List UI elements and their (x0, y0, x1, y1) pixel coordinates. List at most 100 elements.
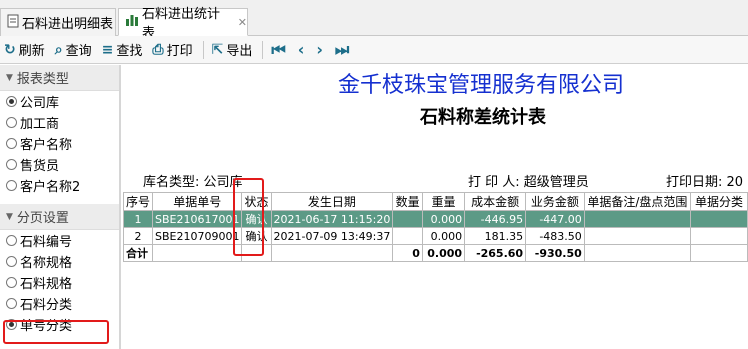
option-label: 加工商 (20, 117, 60, 132)
query-button[interactable]: ⌕ 查询 (55, 39, 92, 61)
search-icon: ⌕ (54, 41, 63, 58)
query-label: 查询 (65, 44, 92, 59)
printer-name: 打 印 人: 超级管理员 (468, 175, 589, 190)
bar-chart-icon (125, 13, 139, 31)
table-row[interactable]: 2 SBE210709001 确认 2021-07-09 13:49:37 0.… (123, 227, 748, 245)
col-header[interactable]: 发生日期 (270, 192, 394, 211)
document-icon (7, 14, 19, 32)
paging-header[interactable]: ▼ 分页设置 (0, 204, 119, 230)
print-date: 打印日期: 20 (666, 175, 744, 190)
report-type-option[interactable]: 客户名称 (0, 133, 119, 154)
cell-cost: 181.35 (464, 227, 527, 245)
total-row: 合计 0 0.000 -265.60 -930.50 (123, 244, 748, 262)
radio-icon (6, 256, 17, 267)
cell-cat (689, 227, 748, 245)
col-header[interactable]: 单据单号 (152, 192, 243, 211)
collapse-icon: ▼ (6, 72, 13, 83)
cell-doc: SBE210709001 (152, 227, 243, 245)
refresh-label: 刷新 (18, 44, 45, 59)
cell-weight: 0.000 (421, 227, 466, 245)
find-label: 查找 (116, 44, 143, 59)
col-header[interactable]: 单据分类 (689, 192, 748, 211)
report-type-header[interactable]: ▼ 报表类型 (0, 65, 119, 91)
cell-date: 2021-07-09 13:49:37 (270, 227, 394, 245)
cell-qty (392, 210, 423, 228)
paging-option[interactable]: 石料规格 (0, 272, 119, 293)
paging-option[interactable]: 名称规格 (0, 251, 119, 272)
report-area: 金千枝珠宝管理服务有限公司 石料称差统计表 库名类型: 公司库 打 印 人: 超… (123, 65, 748, 349)
find-icon: ≡ (101, 41, 114, 58)
col-header[interactable]: 序号 (123, 192, 154, 211)
radio-icon (6, 117, 17, 128)
radio-icon (6, 180, 17, 191)
report-title: 石料称差统计表 (420, 107, 546, 128)
cell-empty (689, 244, 748, 262)
close-icon[interactable]: ✕ (238, 16, 247, 29)
export-button[interactable]: ⇱ 导出 (212, 39, 253, 61)
table-row[interactable]: 1 SBE210617001 确认 2021-06-17 11:15:20 0.… (123, 210, 748, 228)
first-page-icon[interactable]: ⏮ (271, 40, 285, 60)
paging-option[interactable]: 石料编号 (0, 230, 119, 251)
total-qty: 0 (392, 244, 423, 262)
stats-table: 序号 单据单号 状态 发生日期 数量 重量 成本金额 业务金额 单据备注/盘点范… (123, 192, 748, 262)
option-label: 客户名称2 (20, 180, 81, 195)
cell-weight: 0.000 (421, 210, 466, 228)
report-type-option[interactable]: 公司库 (0, 91, 119, 112)
paging-option[interactable]: 石料分类 (0, 293, 119, 314)
prev-page-icon[interactable]: ‹ (298, 40, 305, 59)
cell-doc: SBE210617001 (152, 210, 243, 228)
export-icon: ⇱ (211, 41, 224, 58)
tab-label: 石料进出明细表 (22, 17, 114, 32)
col-header[interactable]: 单据备注/盘点范围 (583, 192, 691, 211)
report-type-title: 报表类型 (16, 72, 69, 87)
printer-icon: ⎙ (152, 41, 164, 58)
next-page-icon[interactable]: › (316, 40, 323, 59)
paging-title: 分页设置 (16, 211, 69, 226)
report-type-option[interactable]: 售货员 (0, 154, 119, 175)
total-cost: -265.60 (464, 244, 527, 262)
report-type-option[interactable]: 客户名称2 (0, 175, 119, 196)
cell-empty (270, 244, 394, 262)
company-name: 金千枝珠宝管理服务有限公司 (338, 73, 625, 98)
col-header[interactable]: 重量 (421, 192, 466, 211)
last-page-icon[interactable]: ⏭ (335, 40, 349, 60)
tab-stone-stats[interactable]: 石料进出统计表 ✕ (118, 7, 248, 41)
option-label: 售货员 (20, 159, 60, 174)
cell-amount: -447.00 (525, 210, 585, 228)
refresh-icon: ↻ (4, 41, 16, 58)
find-button[interactable]: ≡ 查找 (102, 39, 143, 61)
cell-amount: -483.50 (525, 227, 585, 245)
radio-icon (6, 298, 17, 309)
radio-icon (6, 96, 17, 107)
tab-bar: 石料进出明细表 石料进出统计表 ✕ (0, 0, 748, 41)
highlight-box (3, 320, 109, 344)
refresh-button[interactable]: ↻ 刷新 (4, 39, 45, 61)
cell-qty (392, 227, 423, 245)
col-header[interactable]: 数量 (392, 192, 423, 211)
cell-cat (689, 210, 748, 228)
report-type-option[interactable]: 加工商 (0, 112, 119, 133)
total-amount: -930.50 (525, 244, 585, 262)
radio-icon (6, 159, 17, 170)
cell-empty (152, 244, 243, 262)
cell-cost: -446.95 (464, 210, 527, 228)
cell-date: 2021-06-17 11:15:20 (270, 210, 394, 228)
status-highlight-box (233, 178, 264, 256)
print-button[interactable]: ⎙ 打印 (152, 39, 192, 61)
tab-stone-detail[interactable]: 石料进出明细表 (0, 8, 116, 36)
print-label: 打印 (166, 44, 193, 59)
cell-note (583, 227, 691, 245)
radio-icon (6, 138, 17, 149)
col-header[interactable]: 成本金额 (464, 192, 527, 211)
table-header: 序号 单据单号 状态 发生日期 数量 重量 成本金额 业务金额 单据备注/盘点范… (123, 192, 748, 211)
radio-icon (6, 277, 17, 288)
option-label: 公司库 (20, 96, 60, 111)
left-panel: ▼ 报表类型 公司库 加工商 客户名称 售货员 客户名称2 ▼ 分页设置 石料编… (0, 65, 121, 349)
cell-seq: 1 (123, 210, 154, 228)
cell-seq: 2 (123, 227, 154, 245)
total-label: 合计 (123, 244, 154, 262)
warehouse-type: 库名类型: 公司库 (143, 175, 243, 190)
col-header[interactable]: 业务金额 (525, 192, 585, 211)
option-label: 石料编号 (20, 235, 73, 250)
